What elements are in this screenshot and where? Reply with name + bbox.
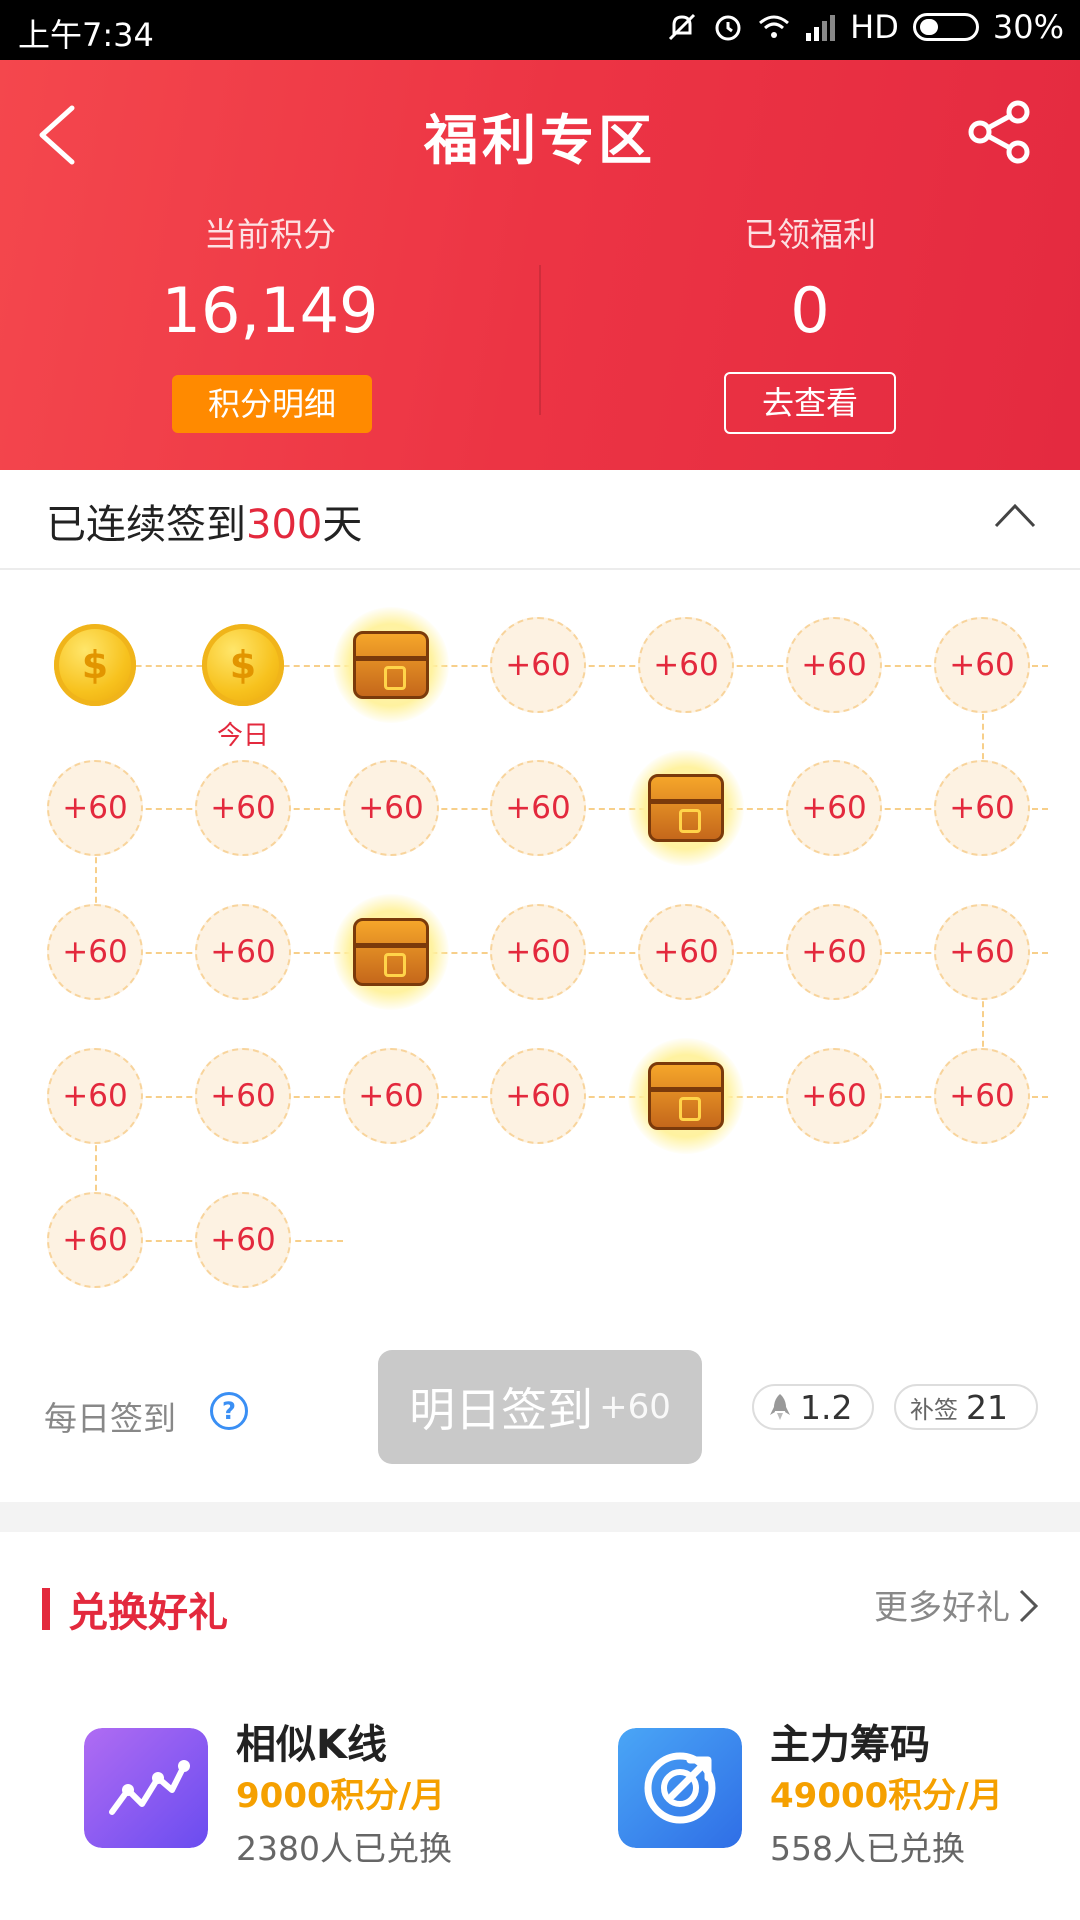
kline-chart-icon [84,1728,208,1848]
reward-token: +60 [343,1048,439,1144]
current-points-label: 当前积分 [204,215,336,254]
battery-icon [912,13,979,41]
gift-price: 9000积分/月 [236,1776,446,1816]
streak-suffix: 天 [322,502,363,548]
welfare-header: 福利专区 当前积分 16,149 已领福利 0 积分明细 去查看 [0,60,1080,470]
makeup-count: 21 [966,1387,1008,1427]
claimed-benefits-label: 已领福利 [744,215,876,254]
treasure-chest-icon [628,750,744,866]
rocket-icon [770,1394,790,1420]
exchange-title: 兑换好礼 [68,1590,228,1636]
reward-token: +60 [47,904,143,1000]
multiplier-badge[interactable]: 1.2 [752,1384,874,1430]
reward-token: +60 [490,617,586,713]
claimed-benefits-value: 0 [790,274,830,347]
coin-icon: $ [54,624,136,706]
current-points-section: 当前积分 16,149 [0,208,540,347]
points-detail-button[interactable]: 积分明细 [172,375,372,433]
treasure-chest-icon [628,1038,744,1154]
daily-checkin-label: 每日签到 [44,1399,176,1438]
network-type: HD [850,8,899,46]
reward-token: +60 [343,760,439,856]
reward-token: +60 [490,760,586,856]
section-accent-bar [42,1588,50,1630]
gift-exchange-count: 558人已兑换 [770,1829,965,1868]
reward-token: +60 [786,760,882,856]
more-gifts-link[interactable]: 更多好礼 [874,1580,1010,1629]
chest-body [353,918,429,986]
chip-target-icon [618,1728,742,1848]
reward-token: +60 [934,1048,1030,1144]
current-points-value: 16,149 [161,274,379,347]
daily-checkin-bar: 每日签到 ? 明日签到 +60 1.2 补签 21 [0,1340,1080,1480]
treasure-chest-icon [333,894,449,1010]
claimed-benefits-section: 已领福利 0 [540,208,1080,347]
help-icon[interactable]: ? [210,1392,248,1430]
chest-body [648,774,724,842]
reward-token: +60 [638,904,734,1000]
alarm-icon [715,15,741,41]
streak-text: 已连续签到300天 [46,492,362,550]
checkin-grid: $ 今日 $ +60 +60 +60 +60 +60 +60 +60 +60 +60 +60 +60 +60… [0,580,1080,1300]
tomorrow-checkin-button[interactable]: 明日签到 +60 [378,1350,702,1464]
status-bar: 上午7:34 HD 30% [0,0,1080,60]
reward-token: +60 [638,617,734,713]
reward-token: +60 [47,1048,143,1144]
gift-price: 49000积分/月 [770,1776,1003,1816]
reward-token: +60 [934,617,1030,713]
today-label: 今日 [217,721,270,751]
status-time: 上午7:34 [18,16,154,54]
chevron-right-icon[interactable] [1018,1588,1040,1624]
reward-token: +60 [195,760,291,856]
tomorrow-checkin-text: 明日签到 [409,1383,594,1437]
gift-name: 主力筹码 [770,1722,930,1768]
reward-token: +60 [786,617,882,713]
reward-token: +60 [195,1048,291,1144]
section-separator [0,1502,1080,1532]
wifi-icon [759,15,790,38]
gift-name: 相似K线 [236,1722,387,1768]
reward-token: +60 [786,904,882,1000]
multiplier-value: 1.2 [800,1387,853,1427]
gift-exchange-count: 2380人已兑换 [236,1829,452,1868]
reward-token: +60 [934,760,1030,856]
streak-prefix: 已连续签到 [46,502,246,548]
reward-token: +60 [47,1192,143,1288]
mute-icon [669,13,696,41]
makeup-checkin-badge[interactable]: 补签 21 [894,1384,1038,1430]
treasure-chest-icon [333,607,449,723]
signal-icon [806,15,836,41]
reward-token: +60 [195,904,291,1000]
page-title: 福利专区 [424,109,656,172]
streak-bar[interactable]: 已连续签到300天 [0,470,1080,570]
reward-token: +60 [195,1192,291,1288]
view-benefits-button[interactable]: 去查看 [724,372,896,434]
reward-token: +60 [47,760,143,856]
streak-days: 300 [246,502,323,548]
chevron-up-icon[interactable] [992,500,1038,530]
reward-token: +60 [490,904,586,1000]
coin-icon: $ [202,624,284,706]
chest-body [648,1062,724,1130]
reward-token: +60 [786,1048,882,1144]
battery-percent: 30% [992,8,1064,46]
makeup-label: 补签 [910,1395,958,1424]
tomorrow-checkin-reward: +60 [599,1387,671,1427]
status-icons: HD 30% [666,8,1064,46]
share-icon[interactable] [966,98,1034,166]
reward-token: +60 [490,1048,586,1144]
reward-token: +60 [934,904,1030,1000]
chest-body [353,631,429,699]
exchange-section: 兑换好礼 更多好礼 相似K线 9000积分/月 2380人已兑换 主力筹码 49… [0,1532,1080,1920]
